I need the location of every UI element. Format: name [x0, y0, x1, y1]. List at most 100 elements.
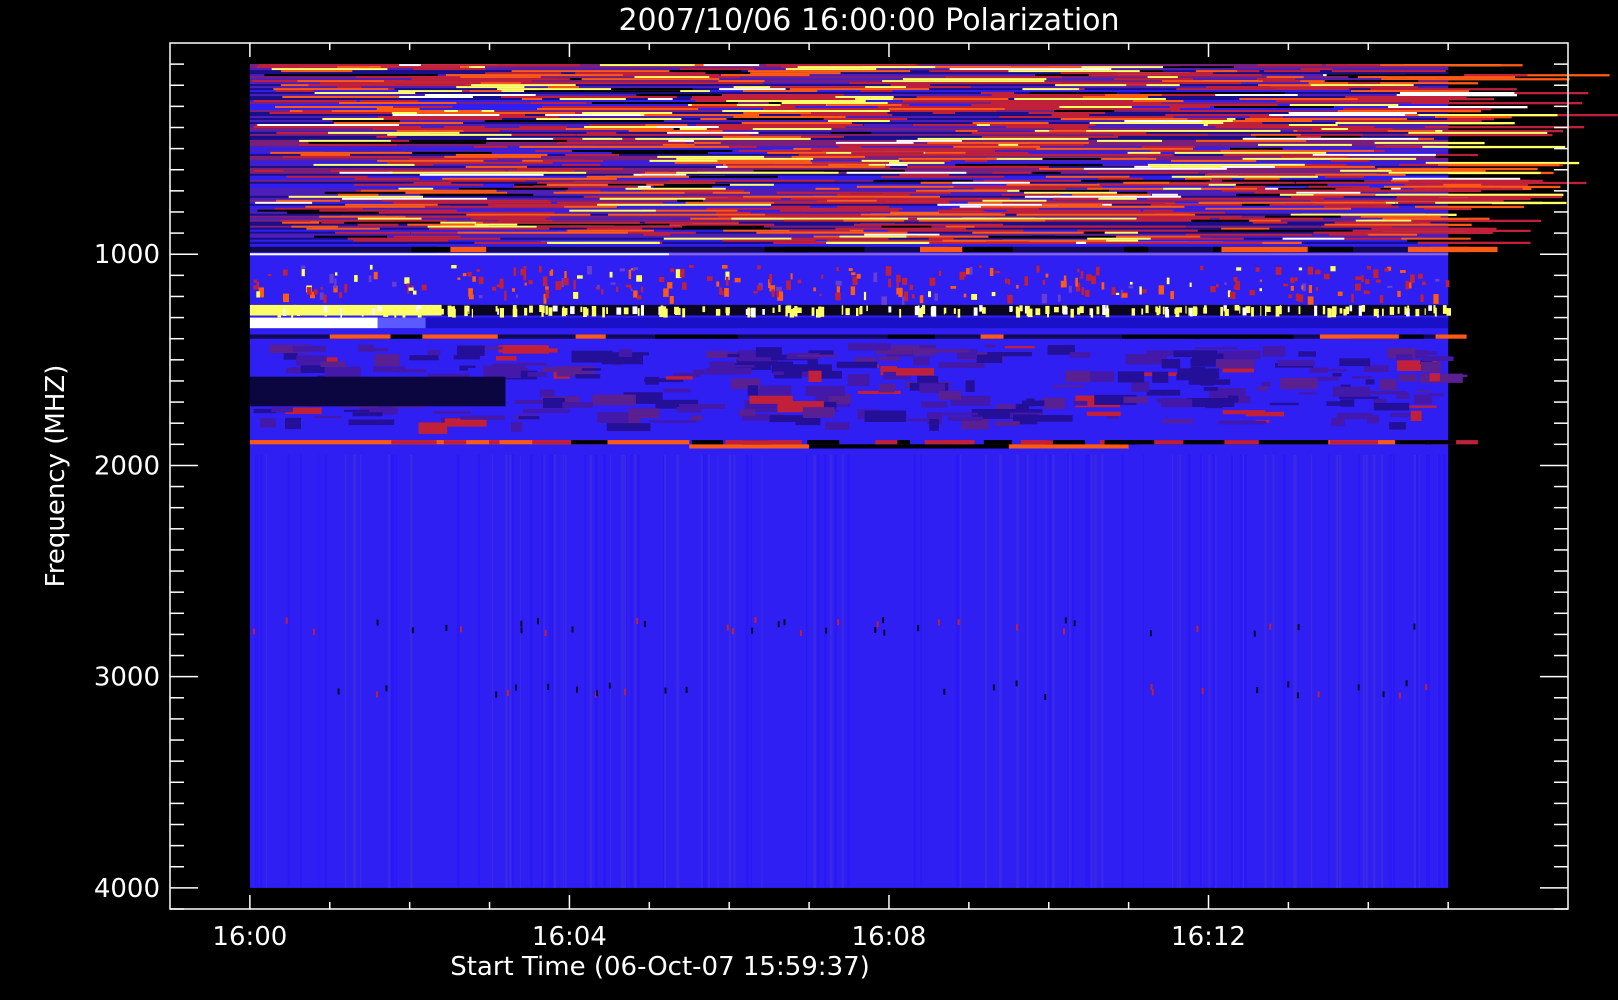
heatmap-cell [1089, 122, 1224, 125]
heatmap-cell [314, 235, 388, 238]
heatmap-cell [1259, 279, 1262, 282]
heatmap-cell [1091, 275, 1096, 285]
heatmap-cell [1239, 306, 1241, 314]
heatmap-cell [1325, 175, 1364, 179]
heatmap-cell [537, 108, 699, 111]
heatmap-cell [1257, 64, 1322, 67]
heatmap-cell [253, 169, 284, 173]
heatmap-cell [896, 287, 900, 295]
heatmap-cell [1355, 276, 1361, 280]
heatmap-cell [623, 307, 629, 315]
heatmap-cell [1310, 454, 1313, 888]
heatmap-cell [1338, 454, 1342, 888]
heatmap-cell [957, 454, 960, 888]
heatmap-cell [616, 286, 619, 292]
heatmap-cell [291, 309, 294, 318]
heatmap-cell [1298, 351, 1316, 357]
heatmap-cell [920, 307, 922, 314]
heatmap-cell [283, 293, 289, 303]
heatmap-cell [380, 306, 382, 312]
heatmap-cell [750, 72, 841, 75]
heatmap-cell [1396, 94, 1517, 97]
heatmap-cell [752, 128, 832, 131]
heatmap-cell [409, 139, 567, 143]
heatmap-cell [973, 187, 1066, 191]
heatmap-cell [1128, 285, 1134, 289]
heatmap-cell [633, 267, 639, 270]
heatmap-cell [1016, 454, 1019, 888]
heatmap-cell [1297, 692, 1299, 699]
y-tick-label: 3000 [94, 663, 160, 693]
heatmap-cell [566, 189, 601, 193]
heatmap-cell [1413, 187, 1523, 191]
heatmap-cell [571, 149, 733, 153]
heatmap-cell [1085, 289, 1090, 297]
heatmap-cell [1049, 454, 1052, 888]
heatmap-cell [542, 367, 582, 372]
heatmap-cell [1413, 623, 1416, 630]
heatmap-cell [776, 286, 782, 292]
heatmap-cell [1095, 266, 1100, 276]
heatmap-cell [1149, 630, 1152, 637]
heatmap-cell [374, 354, 400, 366]
heatmap-cell [457, 231, 628, 234]
heatmap-cell [1411, 102, 1583, 105]
heatmap-cell [359, 100, 419, 103]
heatmap-cell [520, 454, 522, 888]
heatmap-cell [1265, 306, 1271, 312]
heatmap-cell [299, 139, 391, 143]
heatmap-cell [1442, 305, 1447, 314]
heatmap-cell [511, 454, 514, 888]
heatmap-cell [1141, 289, 1147, 293]
heatmap-cell [1426, 454, 1429, 888]
heatmap-cell [972, 122, 1049, 125]
heatmap-cell [636, 275, 642, 282]
heatmap-cell [489, 440, 500, 445]
heatmap-cell [395, 454, 397, 888]
heatmap-cell [897, 440, 910, 445]
heatmap-cell [938, 412, 978, 416]
heatmap-cell [772, 307, 775, 314]
heatmap-cell [682, 308, 686, 318]
heatmap-cell [1026, 454, 1029, 888]
heatmap-cell [733, 116, 846, 119]
heatmap-cell [429, 227, 511, 230]
heatmap-cell [319, 292, 324, 300]
heatmap-cell [851, 272, 856, 276]
heatmap-cell [1060, 72, 1214, 75]
heatmap-cell [1139, 92, 1285, 95]
heatmap-cell [357, 223, 399, 226]
heatmap-cell [628, 408, 660, 418]
heatmap-cell [917, 625, 920, 632]
heatmap-cell [989, 124, 1096, 127]
heatmap-cell [811, 307, 815, 316]
heatmap-cell [524, 282, 527, 286]
heatmap-cell [1229, 291, 1236, 299]
heatmap-cell [1096, 306, 1100, 315]
y-axis-label: Frequency (MHZ) [41, 365, 71, 588]
heatmap-cell [1146, 389, 1181, 396]
heatmap-cell [1255, 267, 1260, 272]
heatmap-cell [394, 308, 397, 319]
heatmap-cell [1024, 191, 1117, 195]
heatmap-cell [442, 177, 617, 181]
heatmap-cell [368, 275, 372, 283]
heatmap-cell [810, 112, 888, 115]
heatmap-cell [1337, 291, 1343, 296]
heatmap-cell [932, 112, 955, 115]
heatmap-cell [443, 440, 467, 445]
heatmap-cell [709, 361, 735, 374]
heatmap-cell [402, 308, 406, 318]
heatmap-cell [1293, 454, 1296, 888]
heatmap-cell [411, 78, 559, 81]
heatmap-cell [800, 114, 893, 117]
heatmap-cell [1297, 624, 1300, 631]
heatmap-cell [565, 454, 567, 888]
heatmap-cell [1087, 237, 1151, 240]
heatmap-cell [791, 155, 866, 159]
heatmap-cell [1307, 296, 1314, 305]
heatmap-cell [345, 203, 438, 207]
heatmap-cell [1224, 440, 1259, 445]
heatmap-cell [1070, 308, 1074, 319]
heatmap-cell [1321, 225, 1393, 228]
